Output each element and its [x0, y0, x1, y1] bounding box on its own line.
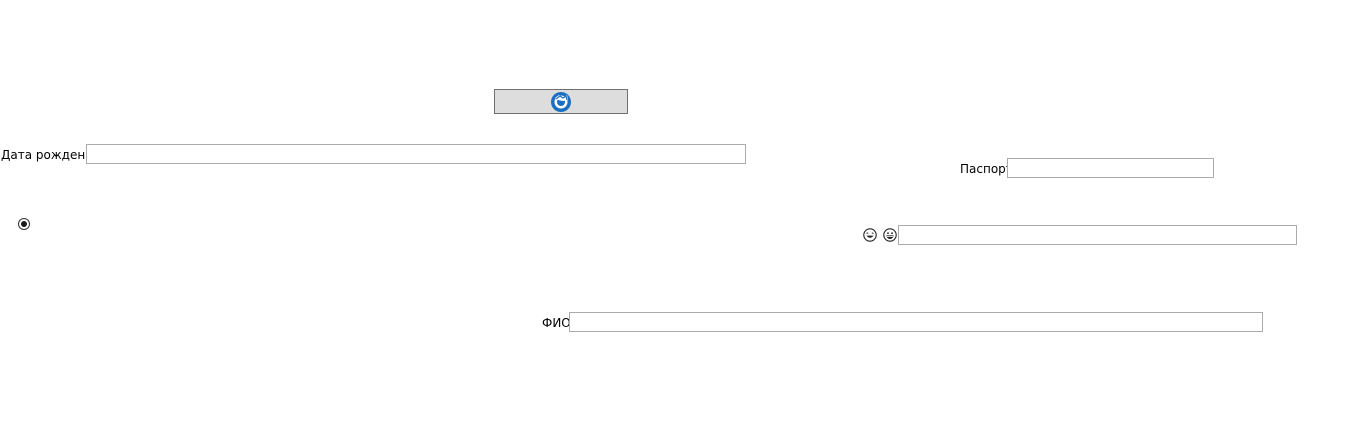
emoji-field[interactable]	[898, 225, 1297, 245]
passport-label: Паспорт	[960, 162, 1013, 176]
passport-field[interactable]	[1007, 158, 1214, 178]
fio-label: ФИО	[542, 316, 571, 330]
icon-button[interactable]	[494, 89, 628, 114]
birthdate-field[interactable]	[86, 144, 746, 164]
grinning-face-icon	[883, 228, 897, 242]
radio-button[interactable]	[18, 218, 30, 230]
laughing-face-icon	[863, 228, 877, 242]
radio-selected-dot	[21, 221, 27, 227]
fio-field[interactable]	[569, 312, 1263, 332]
chrome-like-icon	[551, 91, 571, 112]
